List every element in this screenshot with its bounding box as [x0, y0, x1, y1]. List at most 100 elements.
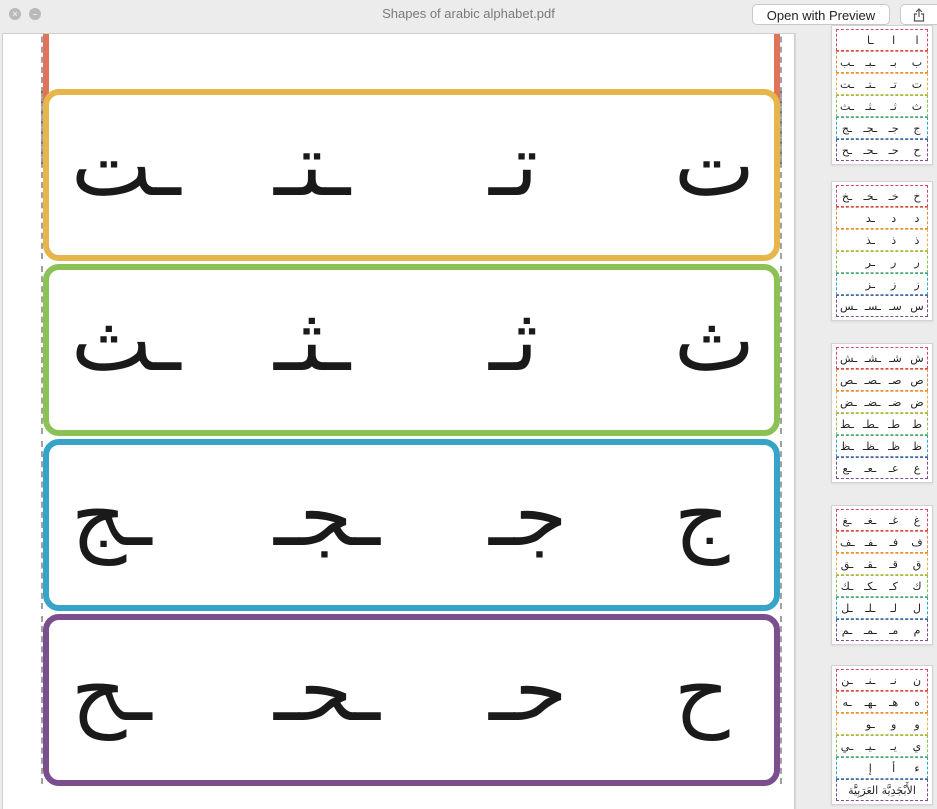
thumbnail-sidebar[interactable]: ا ا ـا ب بـ ـبـ ـب ت تـ ـتـ ـت ث ثـ ـثـ ـث ج جـ ـجـ ـج ح حـ ـ… [795, 25, 937, 809]
thumbnail-letter: لـ [890, 601, 897, 615]
thumbnail-row: ا ا ـا [836, 29, 928, 51]
thumbnail-letter: ـظـ [862, 439, 879, 453]
thumbnail-letter: ر [914, 255, 920, 269]
thumbnail-letter: ن [912, 673, 922, 687]
thumbnail-letter: ـه [842, 695, 852, 709]
thumbnail-letter: ـثـ [865, 99, 876, 113]
thumbnail-letter: ـط [840, 417, 854, 431]
thumbnail-letter: ـم [841, 623, 853, 637]
letter-form: ـتـ [274, 116, 351, 216]
thumbnail-row: ر ر ـر [836, 251, 928, 273]
thumbnail-letter: ـصـ [864, 373, 881, 387]
thumbnail-letter: ـث [840, 99, 855, 113]
thumbnail-row: ب بـ ـبـ ـب [836, 51, 928, 73]
letter-form: ت [674, 116, 755, 216]
thumbnail-letter: ذ [891, 233, 897, 247]
thumbnail-row: الأَبْجَدِيَّة العَرَبِيَّة [836, 779, 928, 801]
thumbnail-row: ظ ظـ ـظـ ـظ [836, 435, 928, 457]
thumbnail-row: ق قـ ـقـ ـق [836, 553, 928, 575]
thumbnail-letter: ـتـ [865, 77, 876, 91]
thumbnail-letter: ـف [840, 535, 855, 549]
thumbnail-letter: عـ [888, 461, 899, 475]
thumbnail-letter: ـعـ [864, 461, 877, 475]
thumbnail-letter: ب [911, 55, 923, 69]
thumbnail-letter: ـا [867, 33, 874, 47]
thumbnail-letter: ـخـ [863, 189, 878, 203]
letter-form: ث [674, 291, 755, 391]
thumbnail-letter: ه [914, 695, 920, 709]
thumbnail-letter: ا [892, 33, 896, 47]
close-icon[interactable]: × [9, 8, 21, 20]
thumbnail-letter: ـد [865, 211, 875, 225]
thumbnail-letter: بـ [890, 55, 897, 69]
thumbnail-letter: ء [914, 761, 920, 775]
thumbnail-letter: ع [913, 461, 921, 475]
thumbnail-letter: ـك [840, 579, 854, 593]
thumbnail-letter: ي [912, 739, 922, 753]
thumbnail-letter: سـ [889, 299, 902, 313]
thumbnail-letter: ـج [841, 121, 853, 135]
thumbnail-letter: خـ [888, 189, 899, 203]
page-thumbnail-3[interactable]: ش شـ ـشـ ـش ص صـ ـصـ ـص ض ضـ ـضـ ـض ط طـ ـطـ ـط ظ ظـ ـظـ ـظ… [831, 343, 933, 483]
thumbnail-letter: إ [868, 761, 872, 775]
thumbnail-letter: ف [911, 535, 923, 549]
thumbnail-letter: ـخ [841, 189, 853, 203]
title-bar: × – Shapes of arabic alphabet.pdf Open w… [0, 0, 937, 30]
thumbnail-letter: ـظ [840, 439, 854, 453]
thumbnail-letter: قـ [889, 557, 898, 571]
letter-form: ـجـ [274, 466, 380, 566]
page-thumbnail-4[interactable]: غ غـ ـغـ ـغ ف فـ ـفـ ـف ق قـ ـقـ ـق ك كـ ـكـ ـك ل لـ ـلـ ـل… [831, 505, 933, 645]
thumbnail-letter: ـق [840, 557, 854, 571]
thumbnail-letter: ص [910, 373, 924, 387]
thumbnail-letter: ـض [840, 395, 857, 409]
thumbnail-row: ي يـ ـيـ ـي [836, 735, 928, 757]
page-thumbnail-5[interactable]: ن نـ ـنـ ـن ه هـ ـهـ ـه و و ـو ي يـ ـيـ ـي ء أ إ الأَبْجَد… [831, 665, 933, 805]
thumbnail-row: ش شـ ـشـ ـش [836, 347, 928, 369]
thumbnail-letter: غـ [889, 513, 899, 527]
thumbnail-letter: س [910, 299, 924, 313]
thumbnail-letter: ـنـ [865, 673, 876, 687]
thumbnail-letter: م [913, 623, 921, 637]
minimize-icon[interactable]: – [29, 8, 41, 20]
share-button[interactable] [900, 4, 937, 25]
page-thumbnail-1[interactable]: ا ا ـا ب بـ ـبـ ـب ت تـ ـتـ ـت ث ثـ ـثـ ـث ج جـ ـجـ ـج ح حـ ـ… [831, 25, 933, 165]
thumbnail-letter: ـو [865, 717, 875, 731]
thumbnail-row: س سـ ـسـ ـس [836, 295, 928, 317]
open-with-preview-button[interactable]: Open with Preview [752, 4, 890, 25]
thumbnail-letter: صـ [888, 373, 902, 387]
thumbnail-row: و و ـو [836, 713, 928, 735]
thumbnail-letter: غ [913, 513, 921, 527]
thumbnail-letter: ـغ [842, 513, 852, 527]
thumbnail-letter: يـ [890, 739, 897, 753]
thumbnail-letter: و [891, 717, 897, 731]
page-thumbnail-2[interactable]: خ خـ ـخـ ـخ د د ـد ذ ذ ـذ ر ر ـر ز ز ـز س سـ ـسـ ـس [831, 181, 933, 321]
thumbnail-letter: ظ [911, 439, 923, 453]
thumbnail-letter: ق [912, 557, 922, 571]
letter-card: ـث ـثـ ثـ ث [43, 264, 780, 436]
thumbnail-row: غ غـ ـغـ ـغ [836, 509, 928, 531]
letter-card: ـت ـتـ تـ ت [43, 89, 780, 261]
thumbnail-letter: ـس [840, 299, 858, 313]
thumbnail-letter: ـح [841, 143, 853, 157]
letter-form: ـثـ [274, 291, 351, 391]
thumbnail-letter: ـمـ [863, 623, 877, 637]
letter-form: ـج [71, 466, 152, 566]
letter-form: ح [674, 641, 730, 741]
thumbnail-row: م مـ ـمـ ـم [836, 619, 928, 641]
thumbnail-letter: ثـ [890, 99, 897, 113]
letter-form: ج [674, 466, 730, 566]
thumbnail-letter: ـش [840, 351, 858, 365]
thumbnail-letter: ظـ [888, 439, 901, 453]
pdf-page-view[interactable]: ـت ـتـ تـ ت ـث ـثـ ثـ ث ـج ـجـ جـ ج ـح ـحـ حـ ح [2, 33, 795, 809]
thumbnail-row: ت تـ ـتـ ـت [836, 73, 928, 95]
thumbnail-letter: ـقـ [864, 557, 877, 571]
thumbnail-row: ن نـ ـنـ ـن [836, 669, 928, 691]
thumbnail-letter: ـذ [865, 233, 875, 247]
letter-form: ـت [71, 116, 181, 216]
thumbnail-row: د د ـد [836, 207, 928, 229]
thumbnail-letter: و [914, 717, 920, 731]
thumbnail-letter: ـيـ [865, 739, 876, 753]
thumbnail-letter: كـ [889, 579, 898, 593]
thumbnail-letter: ـر [865, 255, 875, 269]
thumbnail-letter: ل [912, 601, 921, 615]
